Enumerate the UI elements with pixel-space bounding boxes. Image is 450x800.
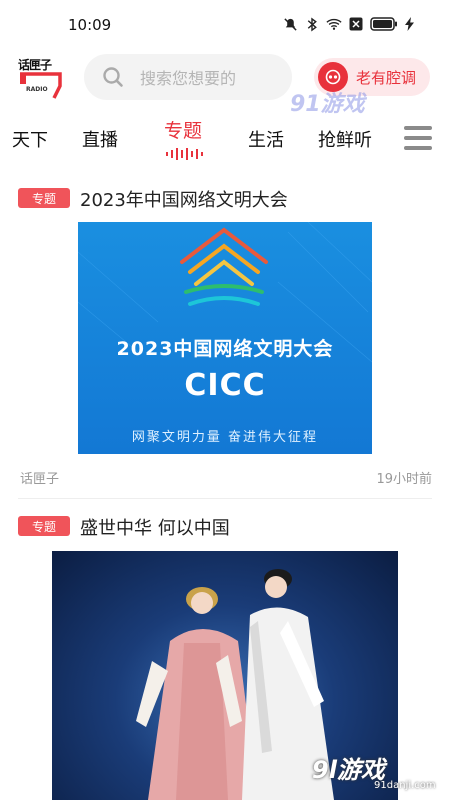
tab-preview[interactable]: 抢鲜听 [318,126,372,152]
app-header: 话匣子 RADIO 搜索您想要的 老有腔调 [0,50,450,106]
conference-banner-image[interactable]: 2023中国网络文明大会 CICC 网聚文明力量 奋进伟大征程 [78,222,372,454]
banner-headline: 2023中国网络文明大会 [116,338,334,360]
tab-life[interactable]: 生活 [248,126,284,152]
charging-icon [404,16,414,32]
battery-icon [370,16,398,32]
search-placeholder: 搜索您想要的 [140,69,237,88]
app-logo[interactable]: 话匣子 RADIO [18,56,66,102]
status-time: 10:09 [68,16,112,34]
search-icon [103,67,123,87]
divider [18,498,432,499]
banner-slogan: 网聚文明力量 奋进伟大征程 [131,430,319,445]
tab-live[interactable]: 直播 [82,126,118,152]
item-source: 话匣子 [20,472,60,487]
sim-icon [348,16,364,32]
topic-badge: 专题 [18,516,70,536]
category-tabs: 天下 直播 专题 生活 抢鲜听 [0,112,450,168]
menu-icon[interactable] [404,126,432,152]
tab-topics[interactable]: 专题 [164,116,202,143]
item-time: 19小时前 [376,472,432,487]
active-tab-indicator [166,148,203,160]
item-title[interactable]: 2023年中国网络文明大会 [80,186,288,212]
featured-tag-label: 老有腔调 [356,68,417,87]
watermark-bottom: 9l游戏 91danji.com [300,744,450,800]
status-bar: 10:09 [0,0,450,50]
search-input[interactable]: 搜索您想要的 [84,54,292,100]
mute-icon [282,16,298,32]
wifi-icon [326,16,342,32]
status-icons [282,16,414,32]
banner-acronym: CICC [184,368,266,403]
tab-world[interactable]: 天下 [12,126,48,152]
logo-text: 话匣子 [18,58,52,72]
item-title[interactable]: 盛世中华 何以中国 [80,514,230,540]
logo-subtext: RADIO [26,86,48,93]
bluetooth-icon [304,16,320,32]
topic-badge: 专题 [18,188,70,208]
watermark-bottom-url: 91danji.com [374,780,436,791]
